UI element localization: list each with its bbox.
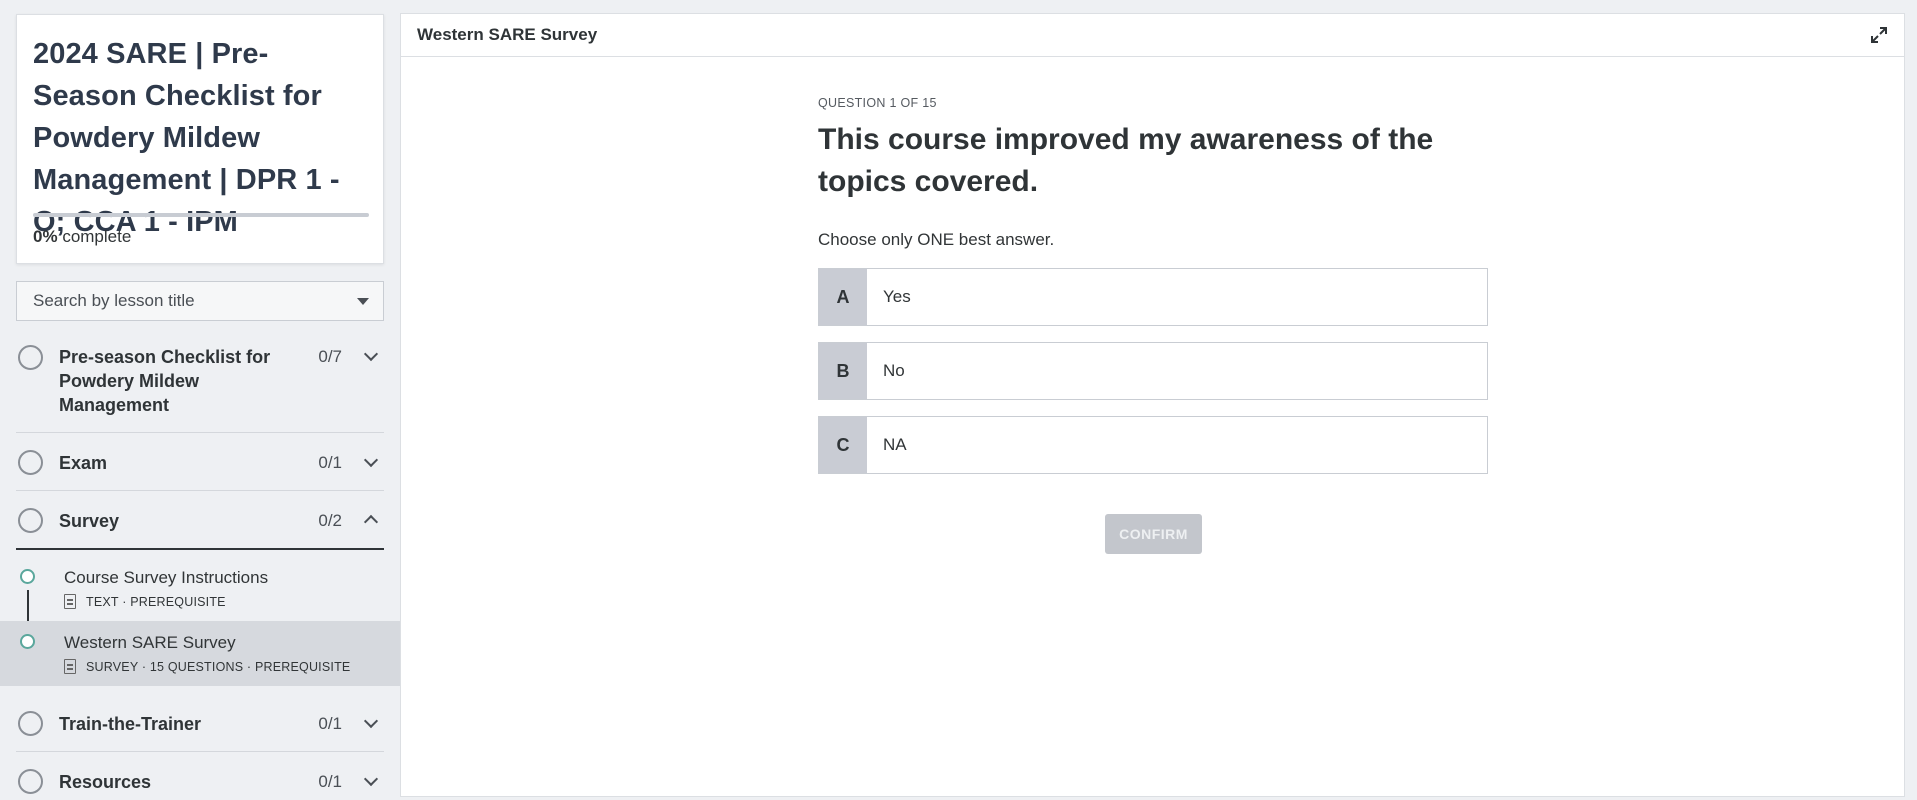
lesson-status-dot-icon (20, 569, 35, 584)
lesson-content-panel: Western SARE Survey QUESTION 1 OF 15 Thi… (400, 13, 1905, 797)
section-title: Train-the-Trainer (59, 714, 202, 734)
chevron-down-icon (363, 713, 379, 729)
sidebar: 2024 SARE | Pre-Season Checklist for Pow… (0, 0, 400, 800)
lesson-status-dot-icon (20, 634, 35, 649)
section-count: 0/1 (318, 772, 342, 791)
section-count: 0/1 (318, 453, 342, 472)
section-title: Exam (59, 453, 108, 473)
status-circle-icon (18, 711, 43, 736)
option-text: NA (883, 435, 907, 454)
answer-option-b[interactable]: B No (818, 342, 1488, 400)
course-card: 2024 SARE | Pre-Season Checklist for Pow… (16, 14, 384, 264)
question-text: This course improved my awareness of the… (818, 123, 1434, 198)
section-resources[interactable]: Resources 0/1 (16, 752, 384, 800)
lesson-search-dropdown[interactable]: Search by lesson title (16, 281, 384, 321)
section-title: Survey (59, 511, 120, 531)
chevron-up-icon (363, 514, 379, 530)
lesson-header: Western SARE Survey (401, 14, 1904, 57)
section-survey[interactable]: Survey 0/2 (16, 491, 384, 550)
lesson-item-course-survey-instructions[interactable]: Course Survey Instructions TEXT · PREREQ… (0, 551, 400, 621)
section-exam[interactable]: Exam 0/1 (16, 433, 384, 491)
status-circle-icon (18, 345, 43, 370)
search-placeholder: Search by lesson title (33, 291, 195, 310)
option-letter: A (819, 269, 867, 325)
question-number: QUESTION 1 OF 15 (818, 96, 937, 110)
expand-icon[interactable] (1870, 26, 1888, 44)
progress-suffix: complete (62, 227, 132, 246)
caret-down-icon (357, 298, 369, 305)
option-text: No (883, 361, 905, 380)
status-circle-icon (18, 508, 43, 533)
course-title: 2024 SARE | Pre-Season Checklist for Pow… (33, 38, 340, 238)
status-circle-icon (18, 450, 43, 475)
answer-option-a[interactable]: A Yes (818, 268, 1488, 326)
progress-bar (33, 213, 369, 217)
chevron-down-icon (363, 771, 379, 787)
answer-option-c[interactable]: C NA (818, 416, 1488, 474)
survey-icon (64, 659, 76, 674)
lesson-meta: SURVEY · 15 QUESTIONS · PREREQUISITE (64, 659, 350, 674)
section-count: 0/1 (318, 714, 342, 733)
section-pre-season-checklist[interactable]: Pre-season Checklist for Powdery Mildew … (16, 339, 384, 433)
option-text: Yes (883, 287, 911, 306)
section-title: Pre-season Checklist for Powdery Mildew … (59, 347, 271, 415)
status-circle-icon (18, 769, 43, 794)
document-icon (64, 594, 76, 609)
lesson-title: Western SARE Survey (64, 633, 236, 652)
section-title: Resources (59, 772, 152, 792)
lesson-meta: TEXT · PREREQUISITE (64, 594, 226, 609)
option-letter: C (819, 417, 867, 473)
lesson-header-title: Western SARE Survey (417, 25, 598, 44)
lesson-meta-text: SURVEY · 15 QUESTIONS · PREREQUISITE (86, 659, 351, 674)
lesson-item-western-sare-survey[interactable]: Western SARE Survey SURVEY · 15 QUESTION… (0, 621, 400, 686)
option-letter: B (819, 343, 867, 399)
section-count: 0/7 (318, 347, 342, 366)
question-instruction: Choose only ONE best answer. (818, 230, 1055, 249)
chevron-down-icon (363, 452, 379, 468)
confirm-button[interactable]: CONFIRM (1105, 514, 1202, 554)
lesson-meta-text: TEXT · PREREQUISITE (86, 594, 226, 609)
lesson-title: Course Survey Instructions (64, 568, 269, 587)
progress-percent: 0% (33, 227, 58, 246)
progress-text: 0% complete (33, 227, 131, 247)
chevron-down-icon (363, 346, 379, 362)
section-train-the-trainer[interactable]: Train-the-Trainer 0/1 (16, 694, 384, 752)
section-count: 0/2 (318, 511, 342, 530)
